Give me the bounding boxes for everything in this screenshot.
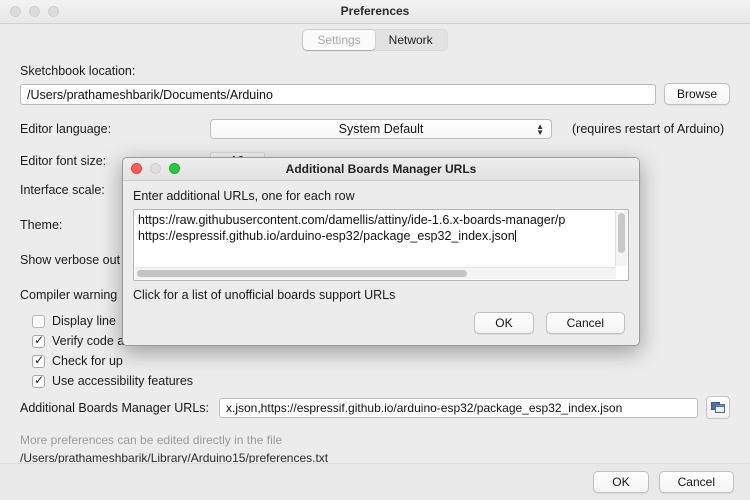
additional-boards-dialog: Additional Boards Manager URLs Enter add…	[122, 157, 640, 346]
vertical-scroll-thumb[interactable]	[618, 213, 625, 253]
dialog-instruction: Enter additional URLs, one for each row	[133, 189, 629, 203]
editor-language-select[interactable]: System Default ▲▼	[210, 119, 552, 139]
window-titlebar: Preferences	[0, 0, 750, 24]
dialog-button-row: OK Cancel	[474, 312, 625, 334]
textarea-horizontal-scrollbar[interactable]	[135, 267, 616, 279]
tab-bar: Settings Network	[0, 24, 750, 54]
tab-settings[interactable]: Settings	[303, 30, 374, 50]
textarea-vertical-scrollbar[interactable]	[615, 211, 627, 266]
url-line-2: https://espressif.github.io/arduino-esp3…	[138, 229, 515, 243]
dialog-minimize-icon[interactable]	[150, 163, 161, 174]
more-preferences-note: More preferences can be edited directly …	[20, 433, 730, 447]
checkbox-display-line[interactable]	[32, 315, 45, 328]
url-line-1: https://raw.githubusercontent.com/damell…	[138, 212, 624, 228]
dialog-title: Additional Boards Manager URLs	[286, 162, 477, 176]
unofficial-boards-link[interactable]: Click for a list of unofficial boards su…	[133, 288, 629, 302]
cancel-button[interactable]: Cancel	[659, 471, 734, 493]
ok-button[interactable]: OK	[593, 471, 648, 493]
checkbox-row-accessibility[interactable]: Use accessibility features	[32, 374, 730, 388]
editor-language-hint: (requires restart of Arduino)	[572, 122, 724, 136]
editor-language-row: Editor language: System Default ▲▼ (requ…	[20, 119, 730, 139]
sketchbook-location-label: Sketchbook location:	[20, 64, 730, 78]
dialog-cancel-button[interactable]: Cancel	[546, 312, 625, 334]
checkbox-label-accessibility: Use accessibility features	[52, 374, 193, 388]
close-icon[interactable]	[10, 6, 21, 17]
zoom-icon[interactable]	[48, 6, 59, 17]
checkbox-label-verify-code: Verify code a	[52, 334, 124, 348]
urls-textarea[interactable]: https://raw.githubusercontent.com/damell…	[133, 209, 629, 281]
tab-group: Settings Network	[302, 29, 447, 51]
dialog-body: Enter additional URLs, one for each row …	[123, 181, 639, 302]
checkbox-verify-code[interactable]	[32, 335, 45, 348]
text-caret	[515, 230, 516, 242]
browse-button[interactable]: Browse	[664, 83, 730, 105]
window-footer: OK Cancel	[0, 463, 750, 500]
checkbox-label-check-updates: Check for up	[52, 354, 123, 368]
dialog-titlebar: Additional Boards Manager URLs	[123, 158, 639, 181]
sketchbook-location-input[interactable]: /Users/prathameshbarik/Documents/Arduino	[20, 84, 656, 105]
dialog-ok-button[interactable]: OK	[474, 312, 533, 334]
checkbox-accessibility[interactable]	[32, 375, 45, 388]
dialog-close-icon[interactable]	[131, 163, 142, 174]
tab-network[interactable]: Network	[375, 30, 447, 50]
additional-boards-open-button[interactable]	[706, 396, 730, 419]
horizontal-scroll-thumb[interactable]	[137, 270, 467, 277]
sketchbook-location-row: /Users/prathameshbarik/Documents/Arduino…	[20, 83, 730, 105]
additional-boards-row: Additional Boards Manager URLs: x.json,h…	[20, 396, 730, 419]
urls-text-content: https://raw.githubusercontent.com/damell…	[134, 210, 628, 246]
window-title: Preferences	[0, 0, 750, 23]
editor-language-label: Editor language:	[20, 122, 210, 136]
checkbox-row-check-updates[interactable]: Check for up	[32, 354, 730, 368]
editor-language-value: System Default	[339, 122, 424, 136]
minimize-icon[interactable]	[29, 6, 40, 17]
windows-stack-icon	[711, 401, 725, 414]
dialog-traffic-lights	[131, 163, 180, 174]
checkbox-check-updates[interactable]	[32, 355, 45, 368]
preferences-window: Preferences Settings Network Sketchbook …	[0, 0, 750, 500]
window-traffic-lights	[10, 6, 59, 17]
dialog-zoom-icon[interactable]	[169, 163, 180, 174]
checkbox-label-display-line: Display line	[52, 314, 116, 328]
chevron-updown-icon: ▲▼	[536, 120, 544, 140]
additional-boards-label: Additional Boards Manager URLs:	[20, 401, 209, 415]
additional-boards-input[interactable]: x.json,https://espressif.github.io/ardui…	[219, 398, 698, 418]
